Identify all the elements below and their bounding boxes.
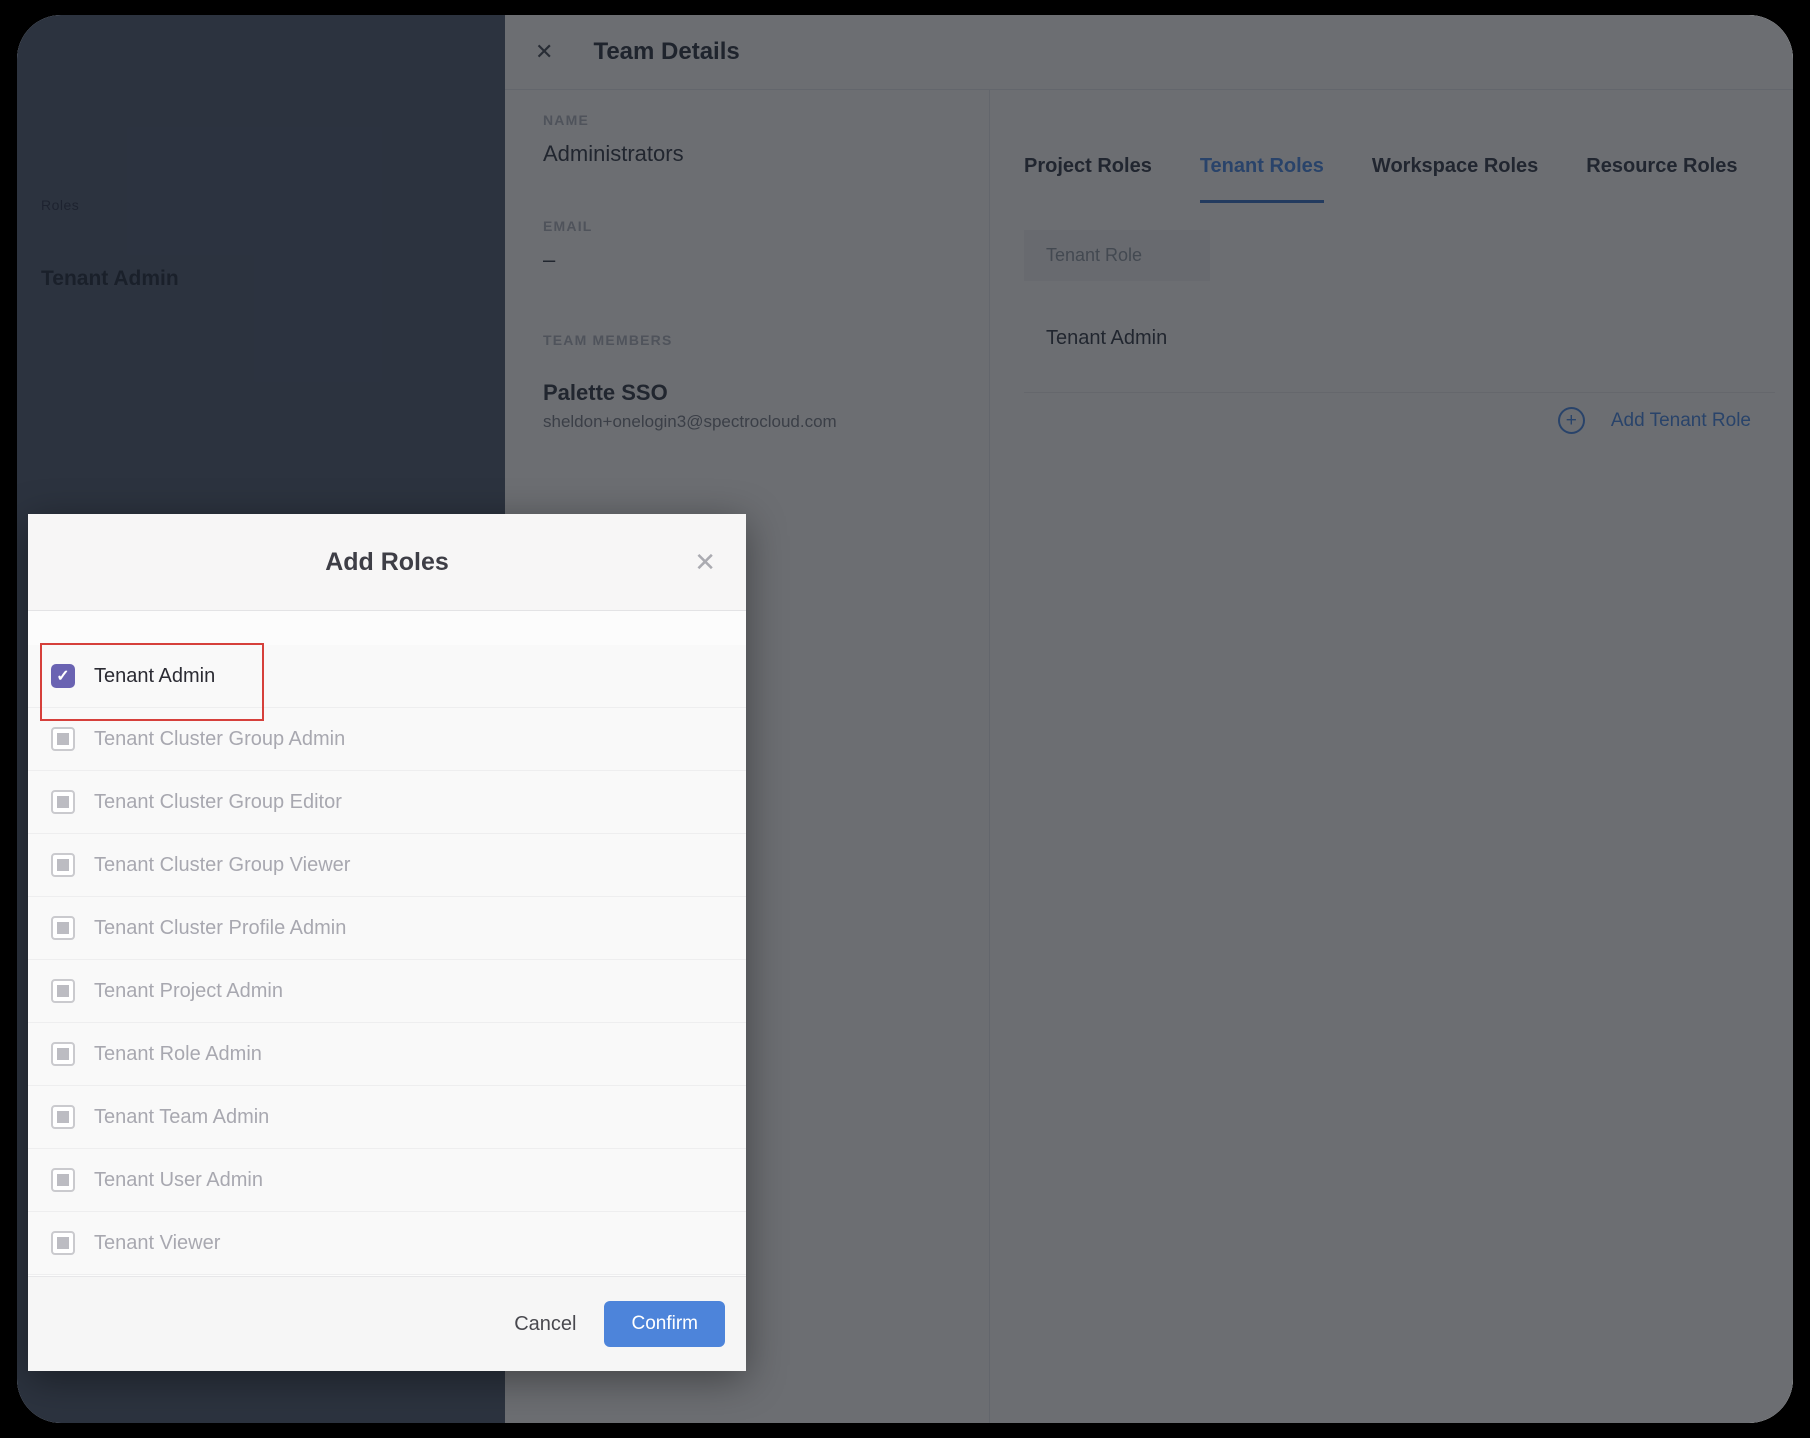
checkbox-disabled-icon[interactable] bbox=[51, 853, 75, 877]
role-option-tenant-cluster-profile-admin[interactable]: Tenant Cluster Profile Admin bbox=[28, 897, 746, 960]
checkbox-fill bbox=[57, 1048, 69, 1060]
cancel-button[interactable]: Cancel bbox=[514, 1313, 576, 1336]
check-icon: ✓ bbox=[56, 666, 69, 686]
checkbox-disabled-icon[interactable] bbox=[51, 790, 75, 814]
add-roles-header: Add Roles ✕ bbox=[28, 514, 746, 611]
role-option-tenant-cluster-group-viewer[interactable]: Tenant Cluster Group Viewer bbox=[28, 834, 746, 897]
checkbox-disabled-icon[interactable] bbox=[51, 1105, 75, 1129]
checkbox-fill bbox=[57, 985, 69, 997]
role-option-label: Tenant Cluster Group Admin bbox=[94, 728, 345, 751]
checkbox-disabled-icon[interactable] bbox=[51, 1042, 75, 1066]
checkbox-disabled-icon[interactable] bbox=[51, 916, 75, 940]
role-option-tenant-role-admin[interactable]: Tenant Role Admin bbox=[28, 1023, 746, 1086]
checkbox-fill bbox=[57, 859, 69, 871]
role-option-tenant-viewer[interactable]: Tenant Viewer bbox=[28, 1212, 746, 1275]
role-option-label: Tenant Team Admin bbox=[94, 1106, 269, 1129]
checkbox-fill bbox=[57, 922, 69, 934]
role-option-tenant-admin[interactable]: ✓ Tenant Admin bbox=[28, 645, 746, 708]
app-window: Roles Tenant Admin ✕ Team Details NAME A… bbox=[17, 15, 1793, 1423]
confirm-button[interactable]: Confirm bbox=[604, 1301, 725, 1347]
role-option-label: Tenant User Admin bbox=[94, 1169, 263, 1192]
checkbox-fill bbox=[57, 1111, 69, 1123]
role-option-label: Tenant Cluster Group Viewer bbox=[94, 854, 350, 877]
checkbox-disabled-icon[interactable] bbox=[51, 1231, 75, 1255]
checkbox-checked-icon[interactable]: ✓ bbox=[51, 664, 75, 688]
checkbox-disabled-icon[interactable] bbox=[51, 1168, 75, 1192]
roles-list: ✓ Tenant Admin Tenant Cluster Group Admi… bbox=[28, 611, 746, 1276]
role-option-label: Tenant Cluster Profile Admin bbox=[94, 917, 346, 940]
checkbox-fill bbox=[57, 733, 69, 745]
checkbox-fill bbox=[57, 1174, 69, 1186]
checkbox-fill bbox=[57, 796, 69, 808]
role-option-label: Tenant Role Admin bbox=[94, 1043, 262, 1066]
checkbox-fill bbox=[57, 1237, 69, 1249]
role-option-tenant-user-admin[interactable]: Tenant User Admin bbox=[28, 1149, 746, 1212]
role-option-label: Tenant Admin bbox=[94, 665, 215, 688]
role-option-tenant-cluster-group-editor[interactable]: Tenant Cluster Group Editor bbox=[28, 771, 746, 834]
checkbox-disabled-icon[interactable] bbox=[51, 727, 75, 751]
checkbox-disabled-icon[interactable] bbox=[51, 979, 75, 1003]
modal-title: Add Roles bbox=[325, 548, 449, 577]
role-option-label: Tenant Viewer bbox=[94, 1232, 220, 1255]
close-icon[interactable]: ✕ bbox=[694, 549, 716, 575]
role-option-label: Tenant Cluster Group Editor bbox=[94, 791, 342, 814]
role-option-tenant-cluster-group-admin[interactable]: Tenant Cluster Group Admin bbox=[28, 708, 746, 771]
role-option-label: Tenant Project Admin bbox=[94, 980, 283, 1003]
add-roles-modal: Add Roles ✕ ✓ Tenant Admin Tenant Cluste… bbox=[28, 514, 746, 1371]
modal-footer: Cancel Confirm bbox=[28, 1276, 746, 1371]
role-option-tenant-team-admin[interactable]: Tenant Team Admin bbox=[28, 1086, 746, 1149]
role-option-tenant-project-admin[interactable]: Tenant Project Admin bbox=[28, 960, 746, 1023]
